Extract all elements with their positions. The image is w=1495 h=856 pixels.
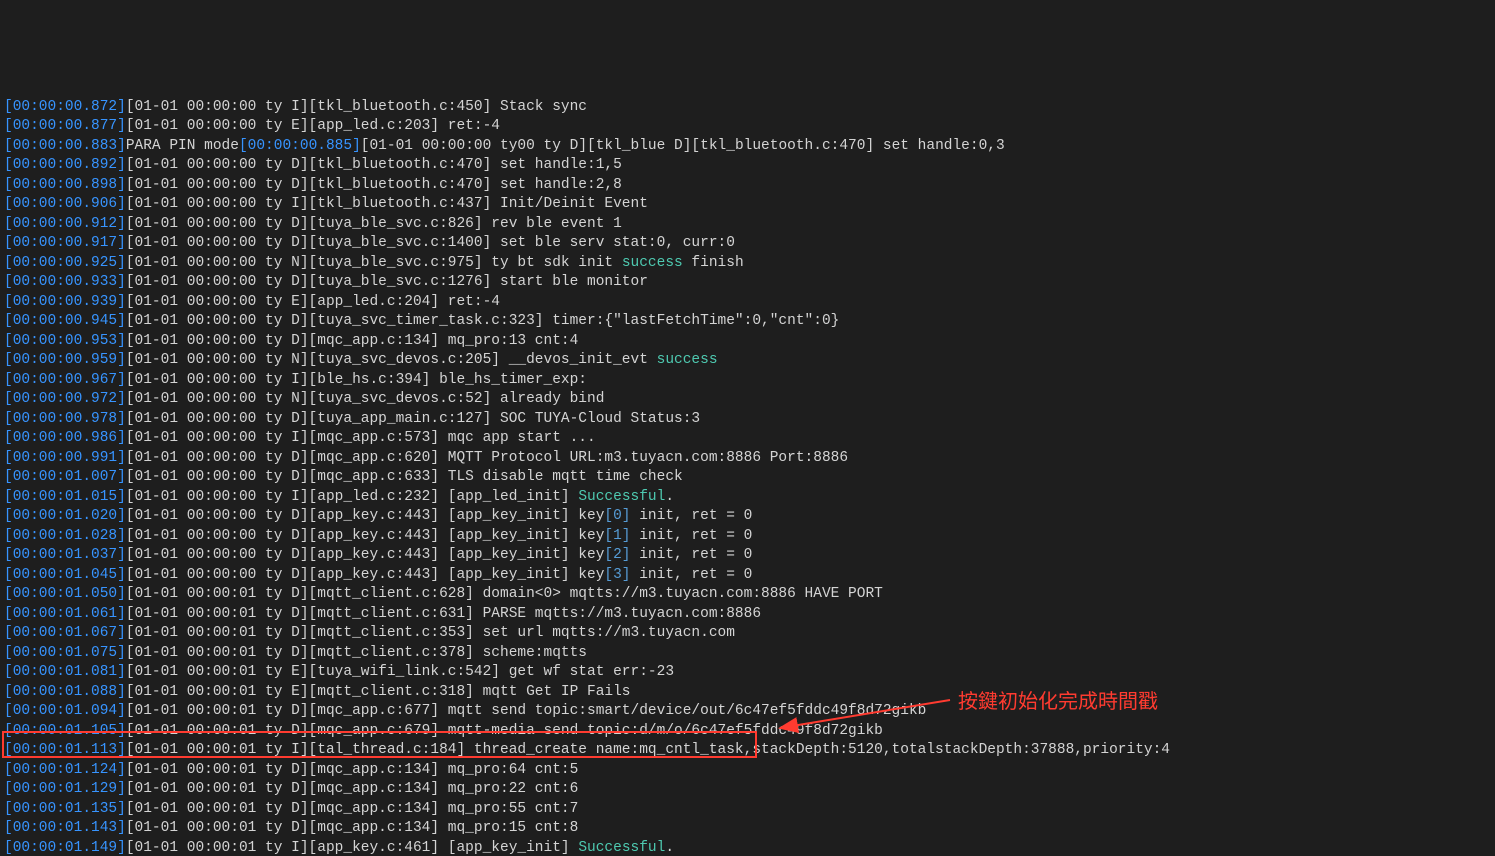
log-line: [00:00:00.912][01-01 00:00:00 ty D][tuya… xyxy=(4,215,1491,235)
log-line: [00:00:00.933][01-01 00:00:00 ty D][tuya… xyxy=(4,273,1491,293)
log-line: [00:00:00.892][01-01 00:00:00 ty D][tkl_… xyxy=(4,156,1491,176)
log-line: [00:00:01.045][01-01 00:00:00 ty D][app_… xyxy=(4,566,1491,586)
log-line: [00:00:00.945][01-01 00:00:00 ty D][tuya… xyxy=(4,312,1491,332)
log-line: [00:00:00.986][01-01 00:00:00 ty I][mqc_… xyxy=(4,429,1491,449)
log-line: [00:00:00.953][01-01 00:00:00 ty D][mqc_… xyxy=(4,332,1491,352)
log-line: [00:00:01.113][01-01 00:00:01 ty I][tal_… xyxy=(4,741,1491,761)
log-line: [00:00:01.149][01-01 00:00:01 ty I][app_… xyxy=(4,839,1491,856)
log-line: [00:00:00.991][01-01 00:00:00 ty D][mqc_… xyxy=(4,449,1491,469)
log-line: [00:00:01.015][01-01 00:00:00 ty I][app_… xyxy=(4,488,1491,508)
log-line: [00:00:01.129][01-01 00:00:01 ty D][mqc_… xyxy=(4,780,1491,800)
log-line: [00:00:00.877][01-01 00:00:00 ty E][app_… xyxy=(4,117,1491,137)
log-line: [00:00:01.075][01-01 00:00:01 ty D][mqtt… xyxy=(4,644,1491,664)
log-line: [00:00:01.124][01-01 00:00:01 ty D][mqc_… xyxy=(4,761,1491,781)
log-line: [00:00:01.050][01-01 00:00:01 ty D][mqtt… xyxy=(4,585,1491,605)
log-line: [00:00:01.067][01-01 00:00:01 ty D][mqtt… xyxy=(4,624,1491,644)
log-line: [00:00:00.925][01-01 00:00:00 ty N][tuya… xyxy=(4,254,1491,274)
log-line: [00:00:00.967][01-01 00:00:00 ty I][ble_… xyxy=(4,371,1491,391)
log-line: [00:00:00.906][01-01 00:00:00 ty I][tkl_… xyxy=(4,195,1491,215)
log-line: [00:00:01.105][01-01 00:00:01 ty D][mqc_… xyxy=(4,722,1491,742)
log-line: [00:00:00.978][01-01 00:00:00 ty D][tuya… xyxy=(4,410,1491,430)
terminal-log: [00:00:00.872][01-01 00:00:00 ty I][tkl_… xyxy=(0,98,1495,856)
log-line: [00:00:01.061][01-01 00:00:01 ty D][mqtt… xyxy=(4,605,1491,625)
log-line: [00:00:00.917][01-01 00:00:00 ty D][tuya… xyxy=(4,234,1491,254)
log-line: [00:00:01.037][01-01 00:00:00 ty D][app_… xyxy=(4,546,1491,566)
log-line: [00:00:01.028][01-01 00:00:00 ty D][app_… xyxy=(4,527,1491,547)
log-line: [00:00:01.088][01-01 00:00:01 ty E][mqtt… xyxy=(4,683,1491,703)
log-line: [00:00:01.020][01-01 00:00:00 ty D][app_… xyxy=(4,507,1491,527)
log-line: [00:00:00.959][01-01 00:00:00 ty N][tuya… xyxy=(4,351,1491,371)
log-line: [00:00:00.939][01-01 00:00:00 ty E][app_… xyxy=(4,293,1491,313)
log-line: [00:00:01.135][01-01 00:00:01 ty D][mqc_… xyxy=(4,800,1491,820)
log-line: [00:00:01.081][01-01 00:00:01 ty E][tuya… xyxy=(4,663,1491,683)
log-line: [00:00:00.883]PARA PIN mode[00:00:00.885… xyxy=(4,137,1491,157)
log-line: [00:00:00.872][01-01 00:00:00 ty I][tkl_… xyxy=(4,98,1491,118)
log-line: [00:00:00.972][01-01 00:00:00 ty N][tuya… xyxy=(4,390,1491,410)
log-line: [00:00:01.094][01-01 00:00:01 ty D][mqc_… xyxy=(4,702,1491,722)
log-line: [00:00:01.007][01-01 00:00:00 ty D][mqc_… xyxy=(4,468,1491,488)
log-line: [00:00:00.898][01-01 00:00:00 ty D][tkl_… xyxy=(4,176,1491,196)
